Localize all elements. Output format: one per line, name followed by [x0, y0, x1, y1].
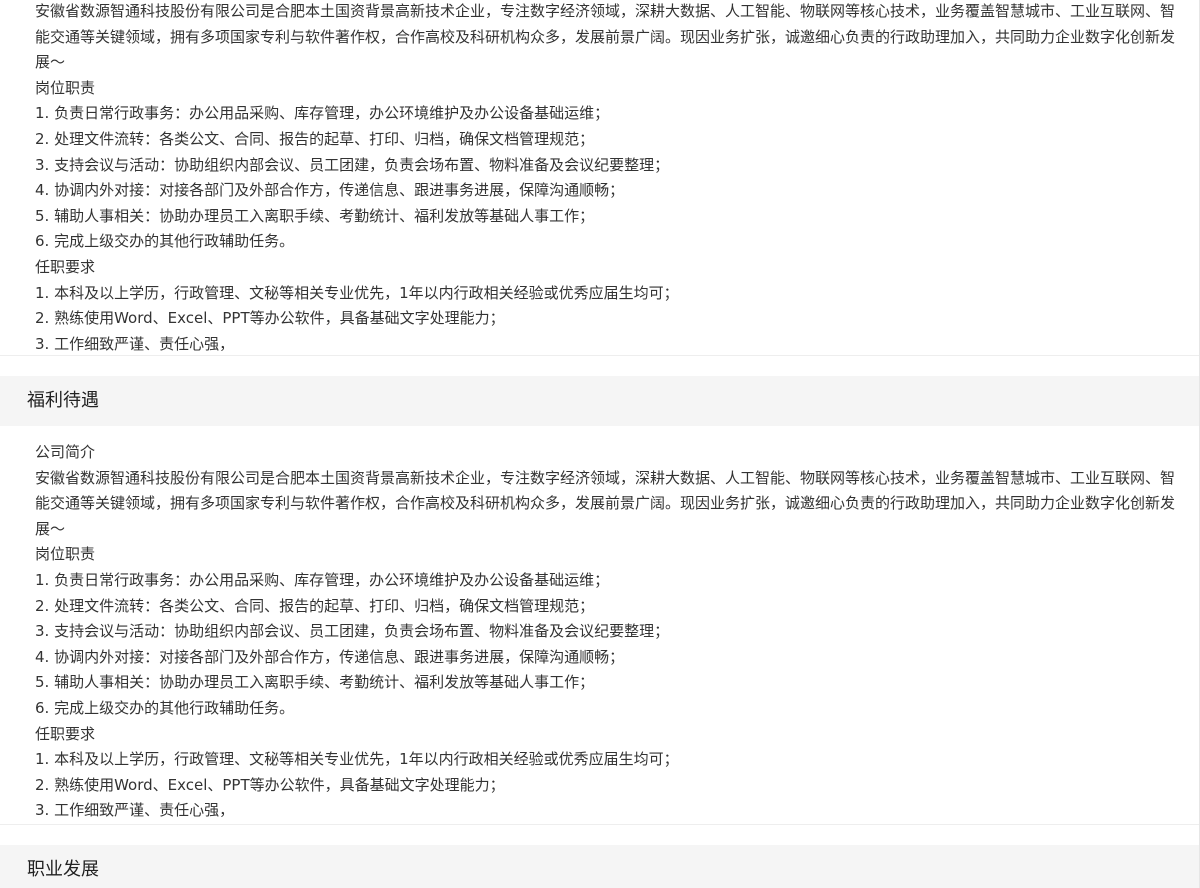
- career-section-title: 职业发展: [27, 859, 99, 880]
- description-block-top: 安徽省数源智通科技股份有限公司是合肥本土国资背景高新技术企业，专注数字经济领域，…: [0, 0, 1199, 356]
- duty-item: 4. 协调内外对接：对接各部门及外部合作方，传递信息、跟进事务进展，保障沟通顺畅…: [35, 181, 625, 200]
- welfare-section-title: 福利待遇: [27, 390, 99, 411]
- career-section-header: 职业发展: [0, 845, 1199, 888]
- welfare-section-header: 福利待遇: [0, 376, 1199, 426]
- company-intro-paragraph: 安徽省数源智通科技股份有限公司是合肥本土国资背景高新技术企业，专注数字经济领域，…: [35, 468, 1176, 538]
- requirement-item: 3. 工作细致严谨、责任心强，: [35, 334, 235, 353]
- duty-item: 3. 支持会议与活动：协助组织内部会议、员工团建，负责会场布置、物料准备及会议纪…: [35, 155, 670, 174]
- duty-item: 4. 协调内外对接：对接各部门及外部合作方，传递信息、跟进事务进展，保障沟通顺畅…: [35, 647, 625, 666]
- welfare-content-block: 公司简介 安徽省数源智通科技股份有限公司是合肥本土国资背景高新技术企业，专注数字…: [0, 438, 1199, 825]
- duty-item: 3. 支持会议与活动：协助组织内部会议、员工团建，负责会场布置、物料准备及会议纪…: [35, 622, 670, 641]
- job-detail-page: 安徽省数源智通科技股份有限公司是合肥本土国资背景高新技术企业，专注数字经济领域，…: [0, 0, 1200, 888]
- company-intro-paragraph: 安徽省数源智通科技股份有限公司是合肥本土国资背景高新技术企业，专注数字经济领域，…: [35, 2, 1176, 72]
- duty-item: 2. 处理文件流转：各类公文、合同、报告的起草、打印、归档，确保文档管理规范；: [35, 129, 595, 148]
- duty-item: 1. 负责日常行政事务：办公用品采购、库存管理，办公环境维护及办公设备基础运维；: [35, 570, 610, 589]
- requirement-item: 2. 熟练使用Word、Excel、PPT等办公软件，具备基础文字处理能力；: [35, 309, 505, 328]
- section-heading-company-intro: 公司简介: [35, 443, 96, 461]
- duty-item: 6. 完成上级交办的其他行政辅助任务。: [35, 232, 295, 251]
- section-heading-requirements: 任职要求: [35, 257, 96, 276]
- description-text-top: 安徽省数源智通科技股份有限公司是合肥本土国资背景高新技术企业，专注数字经济领域，…: [0, 0, 1199, 357]
- duty-item: 2. 处理文件流转：各类公文、合同、报告的起草、打印、归档，确保文档管理规范；: [35, 596, 595, 615]
- section-heading-duties: 岗位职责: [35, 78, 96, 97]
- duty-item: 1. 负责日常行政事务：办公用品采购、库存管理，办公环境维护及办公设备基础运维；: [35, 104, 610, 123]
- welfare-content-text: 公司简介 安徽省数源智通科技股份有限公司是合肥本土国资背景高新技术企业，专注数字…: [0, 438, 1199, 824]
- duty-item: 6. 完成上级交办的其他行政辅助任务。: [35, 698, 295, 717]
- requirement-item: 3. 工作细致严谨、责任心强，: [35, 801, 235, 820]
- duty-item: 5. 辅助人事相关：协助办理员工入离职手续、考勤统计、福利发放等基础人事工作；: [35, 673, 595, 692]
- section-heading-requirements: 任职要求: [35, 724, 96, 743]
- duty-item: 5. 辅助人事相关：协助办理员工入离职手续、考勤统计、福利发放等基础人事工作；: [35, 206, 595, 225]
- section-heading-duties: 岗位职责: [35, 545, 96, 564]
- requirement-item: 1. 本科及以上学历，行政管理、文秘等相关专业优先，1年以内行政相关经验或优秀应…: [35, 283, 679, 302]
- requirement-item: 1. 本科及以上学历，行政管理、文秘等相关专业优先，1年以内行政相关经验或优秀应…: [35, 750, 679, 769]
- requirement-item: 2. 熟练使用Word、Excel、PPT等办公软件，具备基础文字处理能力；: [35, 775, 505, 794]
